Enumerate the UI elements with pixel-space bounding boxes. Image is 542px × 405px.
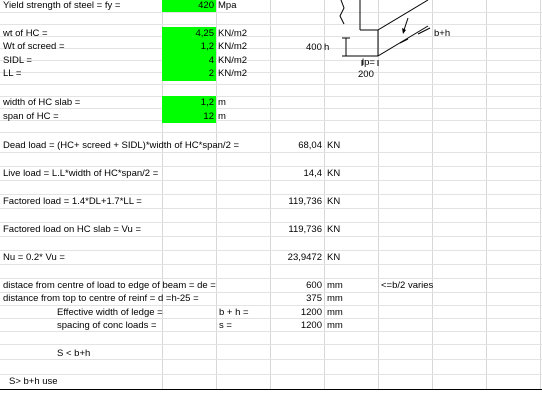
ledge-label-width: Effective width of ledge = — [57, 307, 163, 318]
dist-unit-de: mm — [327, 280, 343, 291]
load-value-screed[interactable]: 1,2 — [162, 41, 214, 53]
dist-label-d: distance from top to centre of reinf = d… — [3, 293, 199, 304]
calc-unit-nu: KN — [327, 252, 341, 263]
dist-note-de: <=b/2 varies — [381, 280, 434, 291]
load-unit-hc: KN/m2 — [218, 28, 248, 39]
dist-label-de: distace from centre of load to edge of b… — [3, 280, 216, 291]
geom-label-span: span of HC = — [3, 111, 59, 122]
fy-unit: Mpa — [218, 0, 237, 11]
squiggle-line — [339, 0, 345, 25]
calc-value-live-load[interactable]: 14,4 — [270, 168, 323, 180]
calc-label-factored-load: Factored load = 1.4*DL+1.7*LL = — [3, 196, 142, 207]
calc-value-vu[interactable]: 119,736 — [270, 224, 322, 236]
calc-value-nu[interactable]: 23,9472 — [270, 252, 322, 264]
geom-value-width[interactable]: 1,2 — [162, 97, 214, 109]
load-unit-screed: KN/m2 — [218, 41, 248, 52]
calc-value-dead-load[interactable]: 68,04 — [270, 140, 322, 152]
load-label-sidl: SIDL = — [3, 55, 32, 66]
calc-unit-factored-load: KN — [327, 196, 341, 207]
calc-label-dead-load: Dead load = (HC+ screed + SIDL)*width of… — [3, 140, 240, 151]
bottom-border — [0, 389, 542, 390]
ledge-unit-width: mm — [327, 307, 343, 318]
geom-unit-span: m — [218, 111, 226, 122]
sketch-lp-label: lp= — [362, 57, 375, 68]
calc-value-factored-load[interactable]: 119,736 — [270, 196, 322, 208]
condition-s-less: S < b+h — [57, 348, 91, 359]
dist-value-de[interactable]: 600 — [270, 280, 322, 292]
geom-unit-width: m — [218, 97, 226, 108]
calc-unit-dead-load: KN — [327, 140, 341, 151]
geom-label-width: width of HC slab = — [3, 97, 81, 108]
ledge-unit-spacing: mm — [327, 320, 343, 331]
fy-label: Yield strength of steel = fy = — [3, 0, 121, 11]
load-value-hc[interactable]: 4,25 — [162, 28, 215, 40]
load-unit-ll: KN/m2 — [218, 68, 248, 79]
load-label-screed: Wt of screed = — [3, 41, 65, 52]
sketch-h-dimension: 400 — [306, 42, 322, 53]
calc-label-live-load: Live load = L.L*width of HC*span/2 = — [3, 168, 159, 179]
sketch-h-label: h — [324, 42, 330, 53]
dist-unit-d: mm — [327, 293, 343, 304]
calc-label-vu: Factored load on HC slab = Vu = — [3, 224, 142, 235]
calc-unit-live-load: KN — [327, 168, 341, 179]
load-label-hc: wt of HC = — [3, 28, 48, 39]
calc-unit-vu: KN — [327, 224, 341, 235]
ledge-expr-width: b + h = — [219, 307, 249, 318]
load-unit-sidl: KN/m2 — [218, 55, 248, 66]
ledge-label-spacing: spacing of conc loads = — [57, 320, 157, 331]
geom-value-span[interactable]: 12 — [162, 111, 214, 123]
load-value-sidl[interactable]: 4 — [162, 55, 214, 67]
dist-value-d[interactable]: 375 — [270, 293, 322, 305]
load-label-ll: LL = — [3, 68, 22, 79]
beam-ledge-sketch — [339, 0, 431, 66]
ledge-expr-spacing: s = — [219, 320, 232, 331]
sketch-bh-label: b+h — [434, 28, 451, 39]
ledge-value-width[interactable]: 1200 — [270, 307, 322, 319]
fy-value[interactable]: 420 — [162, 0, 214, 12]
sketch-lp-value: 200 — [358, 69, 374, 80]
condition-s-greater: S> b+h use — [9, 376, 58, 387]
calc-label-nu: Nu = 0.2* Vu = — [3, 252, 65, 263]
ledge-value-spacing[interactable]: 1200 — [270, 320, 322, 332]
load-value-ll[interactable]: 2 — [162, 68, 214, 80]
